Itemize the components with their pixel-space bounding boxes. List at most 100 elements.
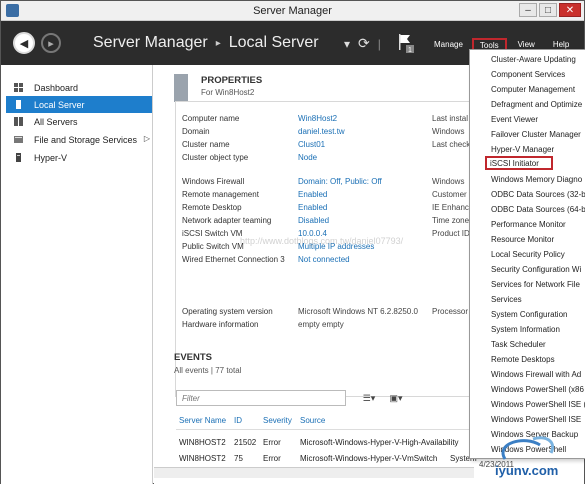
menu-item[interactable]: Local Security Policy: [470, 248, 585, 262]
property-key: Cluster name: [182, 140, 230, 149]
menu-item[interactable]: Hyper-V Manager: [470, 143, 585, 157]
tools-dropdown-menu: Cluster-Aware Updating Component Service…: [469, 49, 585, 459]
property-key: Windows: [432, 127, 465, 136]
minimize-button[interactable]: –: [519, 3, 537, 17]
dropdown-caret-icon[interactable]: ▾: [344, 37, 350, 51]
sidebar-item-label: All Servers: [34, 116, 78, 127]
sidebar-item-label: Local Server: [34, 99, 85, 110]
property-key: Product ID: [432, 229, 470, 238]
close-button[interactable]: ✕: [559, 3, 581, 17]
breadcrumb-root[interactable]: Server Manager: [93, 34, 208, 52]
event-severity: Error: [263, 438, 281, 447]
column-header[interactable]: Source: [300, 416, 325, 425]
filter-input[interactable]: [176, 390, 346, 406]
property-key: Last check: [432, 140, 471, 149]
property-key: Processor: [432, 307, 469, 316]
property-key: Windows Firewall: [182, 177, 245, 186]
menu-item[interactable]: Task Scheduler: [470, 338, 585, 352]
sidebar-item-dashboard[interactable]: Dashboard: [6, 79, 152, 96]
menu-item[interactable]: System Configuration: [470, 308, 585, 322]
sidebar-item-label: File and Storage Services: [34, 134, 138, 145]
filter-options-icon[interactable]: ☰▾: [357, 390, 381, 406]
property-value-link[interactable]: Enabled: [298, 203, 327, 212]
property-key: Wired Ethernet Connection 3: [182, 255, 285, 264]
hyperv-icon: [16, 153, 21, 162]
menu-item[interactable]: Defragment and Optimize: [470, 98, 585, 112]
property-key: Domain: [182, 127, 210, 136]
maximize-button[interactable]: □: [539, 3, 557, 17]
menu-item[interactable]: Windows PowerShell ISE: [470, 413, 585, 427]
event-server: WIN8HOST2: [179, 454, 226, 463]
property-value-link[interactable]: Enabled: [298, 190, 327, 199]
site-logo: iyunv.com: [485, 433, 583, 483]
property-value-link[interactable]: Clust01: [298, 140, 325, 149]
server-icon: [16, 100, 21, 109]
property-key: Computer name: [182, 114, 240, 123]
menu-item[interactable]: Component Services: [470, 68, 585, 82]
menu-item[interactable]: Security Configuration Wi: [470, 263, 585, 277]
property-value-link[interactable]: Node: [298, 153, 317, 162]
menu-item[interactable]: Cluster-Aware Updating: [470, 53, 585, 67]
menu-item[interactable]: ODBC Data Sources (64-b: [470, 203, 585, 217]
menu-item[interactable]: Windows Memory Diagno: [470, 173, 585, 187]
property-value-link[interactable]: Not connected: [298, 255, 350, 264]
menu-item[interactable]: Resource Monitor: [470, 233, 585, 247]
property-key: Time zone: [432, 216, 470, 225]
menu-item[interactable]: Event Viewer: [470, 113, 585, 127]
sidebar-item-hyperv[interactable]: Hyper-V: [6, 149, 152, 166]
event-severity: Error: [263, 454, 281, 463]
table-row[interactable]: WIN8HOST2 21502 Error Microsoft-Windows-…: [176, 438, 476, 453]
storage-icon: [14, 136, 23, 143]
event-source: Microsoft-Windows-Hyper-V-VmSwitch: [300, 454, 438, 463]
menu-item[interactable]: System Information: [470, 323, 585, 337]
property-value-link[interactable]: Domain: Off, Public: Off: [298, 177, 382, 186]
title-bar: Server Manager – □ ✕: [1, 1, 584, 21]
property-value-link[interactable]: Disabled: [298, 216, 329, 225]
property-key: IE Enhanc: [432, 203, 469, 212]
expand-arrow-icon[interactable]: ▷: [144, 134, 150, 143]
property-value: empty empty: [298, 320, 344, 329]
menu-item[interactable]: Windows PowerShell ISE (: [470, 398, 585, 412]
back-arrow-icon[interactable]: ◀: [13, 32, 35, 54]
menu-item[interactable]: ODBC Data Sources (32-b: [470, 188, 585, 202]
sidebar-item-label: Dashboard: [34, 82, 79, 93]
menu-item-iscsi-initiator[interactable]: iSCSI Initiator: [485, 156, 553, 170]
property-value-link[interactable]: Win8Host2: [298, 114, 337, 123]
property-key: Remote management: [182, 190, 259, 199]
sidebar-item-file-storage[interactable]: File and Storage Services ▷: [6, 131, 152, 148]
sidebar-item-label: Hyper-V: [34, 152, 68, 163]
menu-item[interactable]: Failover Cluster Manager: [470, 128, 585, 142]
column-header[interactable]: Server Name: [179, 416, 226, 425]
dashboard-icon: [14, 83, 23, 92]
property-key: Network adapter teaming: [182, 216, 272, 225]
logo-text: iyunv.com: [495, 463, 559, 478]
horizontal-scrollbar[interactable]: [154, 467, 474, 478]
property-key: Hardware information: [182, 320, 259, 329]
event-server: WIN8HOST2: [179, 438, 226, 447]
property-value-link[interactable]: daniel.test.tw: [298, 127, 345, 136]
property-key: Remote Desktop: [182, 203, 242, 212]
column-header[interactable]: Severity: [263, 416, 292, 425]
menu-item[interactable]: Services for Network File: [470, 278, 585, 292]
breadcrumb-current: Local Server: [228, 34, 319, 51]
sidebar-item-local-server[interactable]: Local Server: [6, 96, 152, 113]
event-id: 75: [234, 454, 243, 463]
menu-item[interactable]: Performance Monitor: [470, 218, 585, 232]
event-source: Microsoft-Windows-Hyper-V-High-Availabil…: [300, 438, 459, 447]
sidebar-item-all-servers[interactable]: All Servers: [6, 113, 152, 130]
column-header[interactable]: ID: [234, 416, 242, 425]
menu-item[interactable]: Windows PowerShell (x86: [470, 383, 585, 397]
forward-arrow-icon[interactable]: ▸: [41, 33, 61, 53]
breadcrumb: Server Manager ▸ Local Server: [93, 34, 319, 52]
notifications-flag-icon[interactable]: 1: [397, 32, 415, 54]
save-query-icon[interactable]: ▣▾: [384, 390, 408, 406]
server-tower-icon: [174, 74, 188, 102]
menu-item[interactable]: Windows Firewall with Ad: [470, 368, 585, 382]
menu-item[interactable]: Services: [470, 293, 585, 307]
property-key: iSCSI Switch VM: [182, 229, 243, 238]
menu-item[interactable]: Remote Desktops: [470, 353, 585, 367]
manage-menu[interactable]: Manage: [427, 38, 470, 53]
window-title: Server Manager: [253, 5, 332, 17]
menu-item[interactable]: Computer Management: [470, 83, 585, 97]
refresh-icon[interactable]: ⟳: [358, 35, 370, 52]
